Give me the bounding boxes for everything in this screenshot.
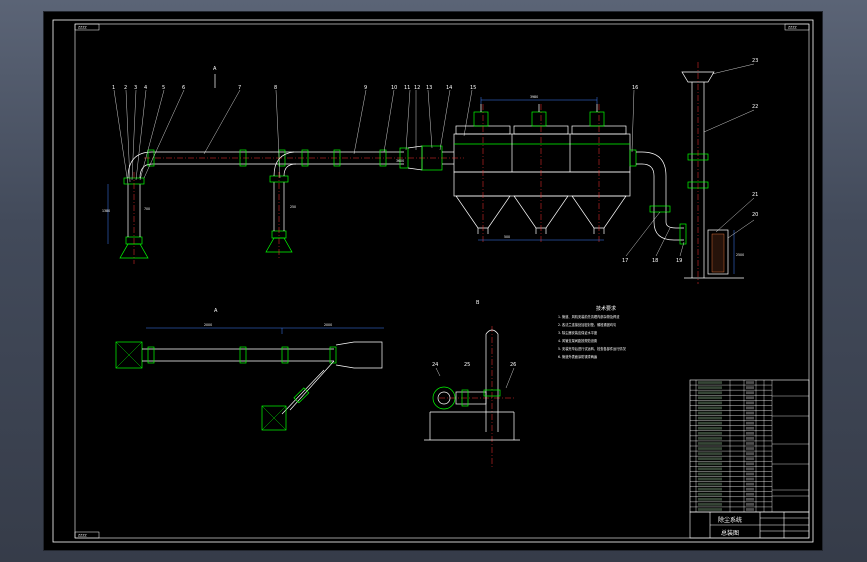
drawing-sheet[interactable]: ZZZZ ZZZZ ZZZZ 3980 2000 2000 500 1380 2… — [44, 12, 822, 550]
balloon-8: 8 — [274, 85, 277, 91]
corner-label-tl: ZZZZ — [78, 26, 88, 30]
balloon-15: 15 — [470, 85, 476, 91]
balloon-10: 10 — [391, 85, 397, 91]
title-block-name: 除尘系统 — [718, 516, 742, 524]
dim-1: 2000 — [204, 323, 212, 327]
view-label-a: A — [213, 66, 217, 72]
balloon-22: 22 — [752, 104, 758, 110]
balloon-23: 23 — [752, 58, 758, 64]
dim-5: 2500 — [736, 253, 744, 257]
balloon-labels: 1 2 3 4 5 6 7 8 9 10 11 12 13 14 15 16 1… — [112, 58, 758, 264]
dim-8: 250 — [290, 205, 296, 209]
balloon-17: 17 — [622, 258, 628, 264]
balloon-5: 5 — [162, 85, 165, 91]
inner-border — [74, 23, 810, 539]
dim-3: 500 — [504, 235, 510, 239]
note-3: 3. 除尘器安装应保证水平度 — [558, 330, 598, 335]
corner-label-tr: ZZZZ — [788, 26, 798, 30]
main-elevation-view — [119, 71, 744, 279]
balloon-9: 9 — [364, 85, 367, 91]
plan-view-a: A — [115, 308, 383, 431]
balloon-6: 6 — [182, 85, 185, 91]
cad-drawing: ZZZZ ZZZZ ZZZZ 3980 2000 2000 500 1380 2… — [52, 19, 814, 543]
balloon-26: 26 — [510, 362, 516, 368]
technical-notes: 技术要求 1. 管道、风机安装前先清理内部杂物及焊渣 2. 各法兰连接处加密封垫… — [558, 305, 627, 359]
leader-lines — [113, 63, 755, 257]
balloon-21: 21 — [752, 192, 758, 198]
side-view-b — [424, 329, 520, 441]
balloon-12: 12 — [414, 85, 420, 91]
dim-6: 3600 — [396, 159, 404, 163]
balloon-2: 2 — [124, 85, 127, 91]
note-6: 6. 管道外表面涂防锈漆两遍 — [558, 354, 598, 359]
note-2: 2. 各法兰连接处加密封垫，螺栓紧固均匀 — [558, 322, 616, 327]
balloon-3: 3 — [134, 85, 137, 91]
notes-title: 技术要求 — [596, 305, 616, 312]
dimension-texts: 3980 2000 2000 500 1380 2500 3600 700 25… — [102, 95, 744, 327]
balloon-20: 20 — [752, 212, 758, 218]
dim-7: 700 — [144, 207, 150, 211]
title-block-subtitle: 总装图 — [721, 529, 739, 537]
balloon-18: 18 — [652, 258, 658, 264]
title-block — [689, 511, 810, 539]
bill-of-materials — [689, 379, 810, 513]
balloon-13: 13 — [426, 85, 432, 91]
balloon-1: 1 — [112, 85, 115, 91]
balloon-11: 11 — [404, 85, 410, 91]
balloon-16: 16 — [632, 85, 638, 91]
note-4: 4. 风管支架间距按规范设置 — [558, 338, 597, 343]
note-5: 5. 安装完毕后进行试运转，检查各部件运行情况 — [558, 346, 627, 351]
balloon-4: 4 — [144, 85, 147, 91]
dim-2: 2000 — [324, 323, 332, 327]
balloon-24: 24 — [432, 362, 438, 368]
dimension-lines — [107, 97, 735, 334]
balloon-25: 25 — [464, 362, 470, 368]
view-label-b: B — [476, 300, 480, 306]
balloon-7: 7 — [238, 85, 241, 91]
balloon-14: 14 — [446, 85, 452, 91]
note-1: 1. 管道、风机安装前先清理内部杂物及焊渣 — [558, 314, 620, 319]
cad-viewport[interactable]: ZZZZ ZZZZ ZZZZ 3980 2000 2000 500 1380 2… — [0, 0, 867, 562]
corner-label-bl: ZZZZ — [78, 534, 88, 538]
dim-0: 3980 — [530, 95, 538, 99]
svg-text:A: A — [214, 308, 218, 314]
dim-4: 1380 — [102, 209, 110, 213]
balloon-19: 19 — [676, 258, 682, 264]
